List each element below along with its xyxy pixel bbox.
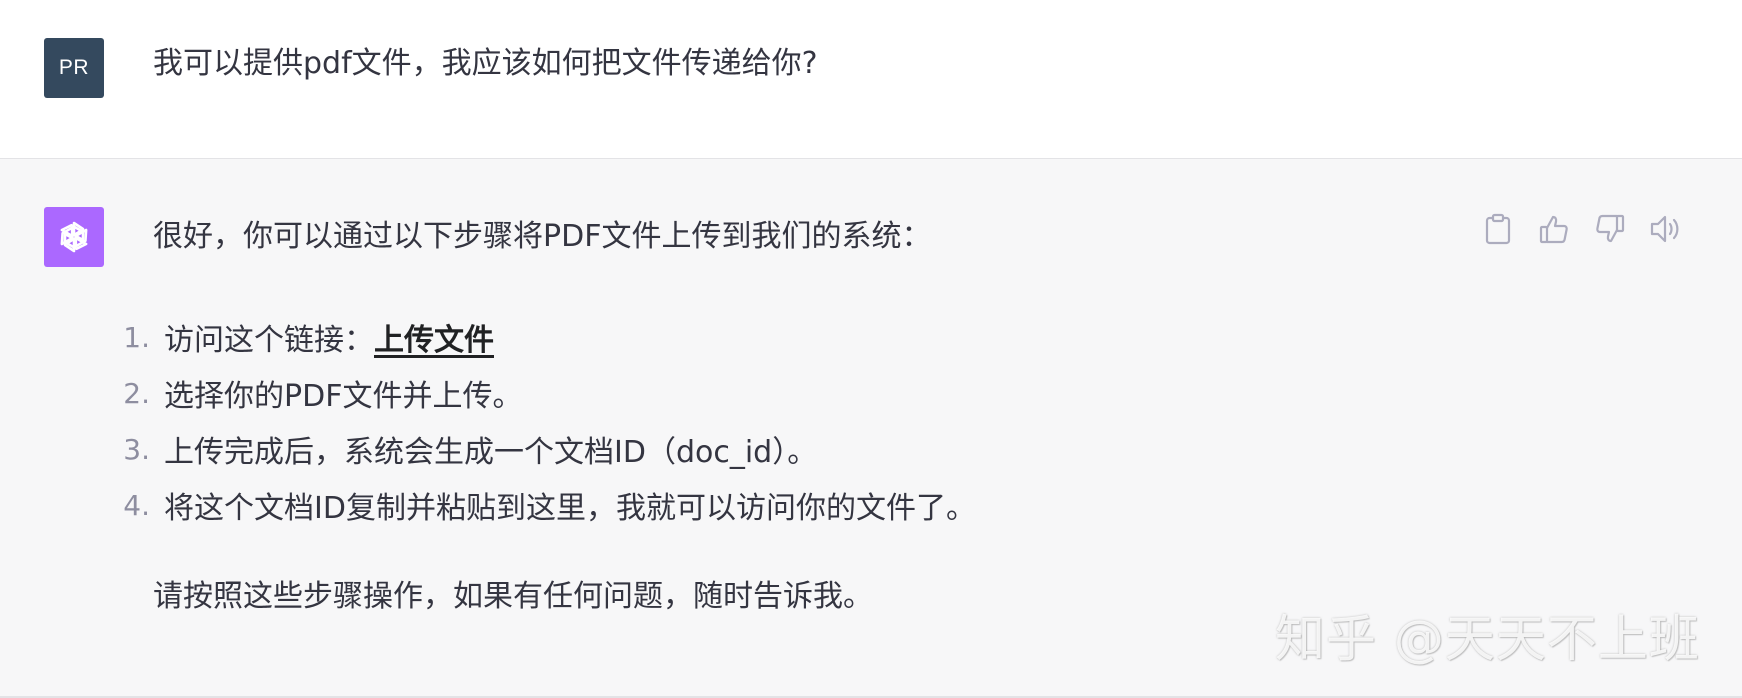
step-text: 访问这个链接：	[164, 323, 374, 358]
assistant-intro-text: 很好，你可以通过以下步骤将PDF文件上传到我们的系统：	[153, 219, 932, 254]
steps-list: 1. 访问这个链接： 上传文件 2. 选择你的PDF文件并上传。 3. 上传完成…	[112, 309, 976, 533]
list-item: 3. 上传完成后，系统会生成一个文档ID（doc_id）。	[112, 421, 976, 477]
step-text: 将这个文档ID复制并粘贴到这里，我就可以访问你的文件了。	[164, 491, 976, 526]
assistant-message-row: 很好，你可以通过以下步骤将PDF文件上传到我们的系统： 1. 访问这个链接： 上…	[0, 159, 1742, 698]
thumbs-down-icon	[1596, 214, 1625, 243]
message-actions	[1480, 211, 1684, 247]
read-aloud-button[interactable]	[1648, 211, 1684, 247]
user-message-text: 我可以提供pdf文件，我应该如何把文件传递给你?	[153, 46, 818, 81]
step-number: 4.	[123, 488, 150, 522]
user-avatar: PR	[44, 38, 104, 98]
step-number: 2.	[123, 376, 150, 410]
thumbs-up-icon	[1539, 215, 1568, 244]
list-item: 1. 访问这个链接： 上传文件	[112, 309, 976, 365]
upload-file-link[interactable]: 上传文件	[374, 315, 494, 359]
list-item: 2. 选择你的PDF文件并上传。	[112, 365, 976, 421]
step-number: 1.	[123, 320, 150, 354]
watermark: 知乎 @天天不上班	[1275, 610, 1700, 668]
speaker-icon	[1650, 215, 1679, 243]
user-message-row: PR 我可以提供pdf文件，我应该如何把文件传递给你?	[0, 0, 1742, 159]
list-item: 4. 将这个文档ID复制并粘贴到这里，我就可以访问你的文件了。	[112, 477, 976, 533]
thumbs-down-button[interactable]	[1592, 211, 1628, 247]
copy-button[interactable]	[1480, 211, 1516, 247]
openai-logo-icon	[60, 221, 88, 253]
clipboard-icon	[1485, 213, 1511, 245]
step-text: 选择你的PDF文件并上传。	[164, 379, 523, 414]
user-avatar-initials: PR	[58, 56, 90, 79]
step-number: 3.	[123, 432, 150, 466]
assistant-outro-text: 请按照这些步骤操作，如果有任何问题，随时告诉我。	[153, 579, 873, 614]
step-text: 上传完成后，系统会生成一个文档ID（doc_id）。	[164, 435, 818, 470]
thumbs-up-button[interactable]	[1536, 211, 1572, 247]
assistant-avatar	[44, 207, 104, 267]
